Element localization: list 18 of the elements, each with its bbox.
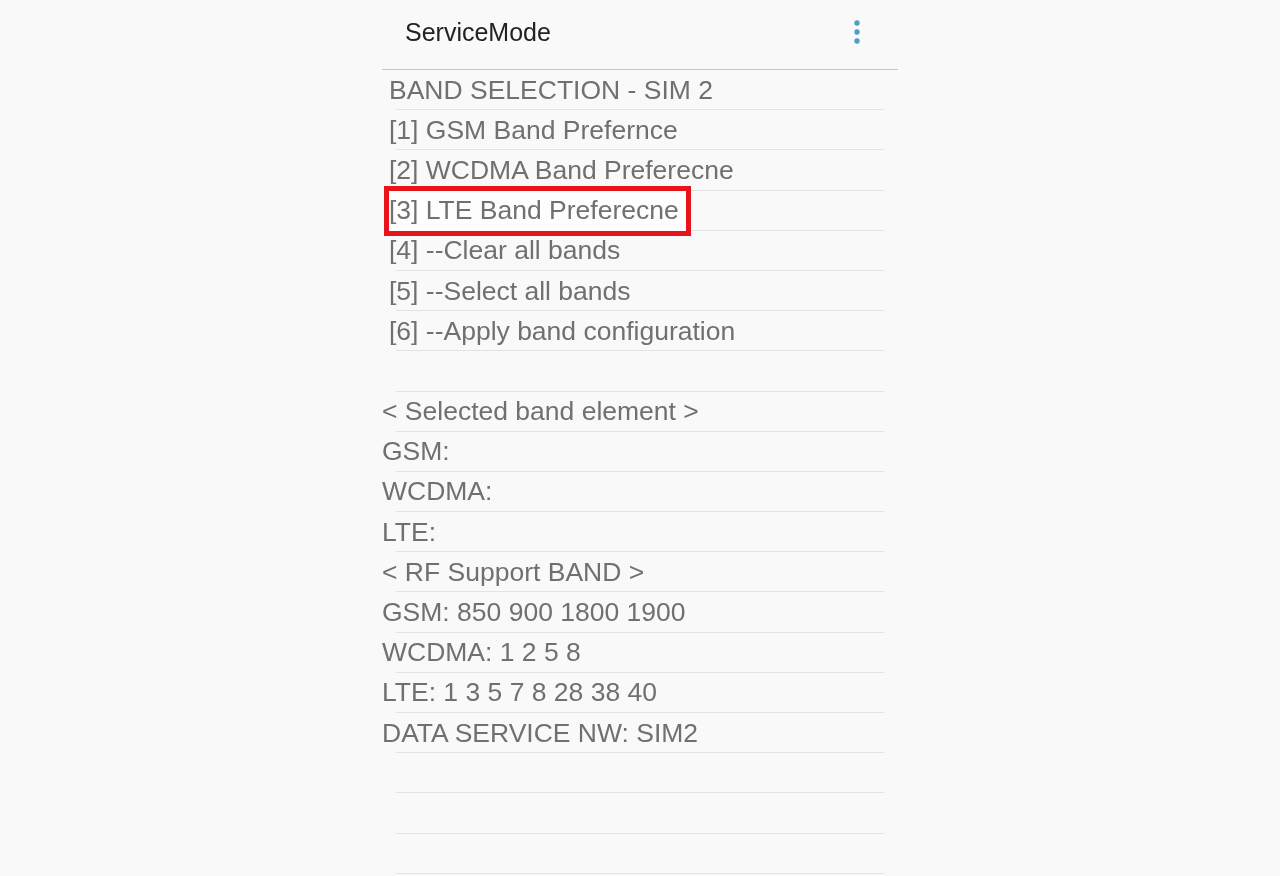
info-text: WCDMA: [382,479,493,504]
more-menu-icon[interactable] [854,20,860,44]
info-text: LTE: 1 3 5 7 8 28 38 40 [382,680,657,705]
info-text: GSM: [382,439,450,464]
info-text: GSM: 850 900 1800 1900 [382,600,686,625]
info-text: DATA SERVICE NW: SIM2 [382,720,699,745]
menu-option[interactable]: [2] WCDMA Band Preferecne [389,157,734,182]
info-text: < Selected band element > [382,399,699,424]
menu-option[interactable]: [1] GSM Band Prefernce [389,117,678,142]
menu-option[interactable]: [6] --Apply band configuration [389,318,736,343]
menu-option[interactable]: [3] LTE Band Preferecne [384,186,691,237]
info-text: < RF Support BAND > [382,559,645,584]
info-text: WCDMA: 1 2 5 8 [382,640,581,665]
section-title: BAND SELECTION - SIM 2 [389,77,713,102]
menu-option[interactable]: [5] --Select all bands [389,278,631,303]
menu-option[interactable]: [4] --Clear all bands [389,238,621,263]
info-text: LTE: [382,519,436,544]
app-title: ServiceMode [405,17,551,47]
